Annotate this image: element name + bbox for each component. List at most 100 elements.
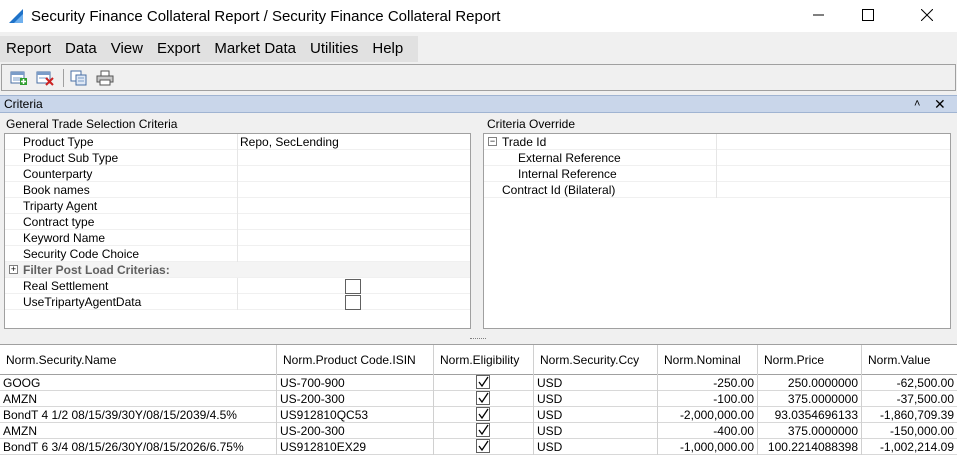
column-header-nominal[interactable]: Norm.Nominal — [658, 345, 758, 375]
general-criteria-label: General Trade Selection Criteria — [6, 117, 178, 131]
cell-ccy: USD — [534, 439, 658, 455]
new-report-button[interactable] — [9, 68, 29, 88]
toolbar — [1, 64, 956, 91]
criteria-label: Triparty Agent — [23, 199, 98, 213]
window-title: Security Finance Collateral Report / Sec… — [31, 7, 501, 25]
cell-ccy: USD — [534, 391, 658, 407]
criteria-panel-header: Criteria ˄ ✕ — [0, 95, 957, 113]
trade-id-row[interactable]: − Trade Id — [484, 134, 950, 150]
table-row[interactable]: GOOG US-700-900 USD -250.00 250.0000000 … — [0, 375, 957, 391]
menu-export[interactable]: Export — [150, 36, 207, 62]
delete-report-button[interactable] — [35, 68, 55, 88]
close-button[interactable] — [904, 0, 950, 30]
cell-ccy: USD — [534, 423, 658, 439]
cell-nominal: -100.00 — [658, 391, 758, 407]
column-header-security-name[interactable]: Norm.Security.Name — [0, 345, 277, 375]
eligibility-checkbox[interactable] — [476, 391, 490, 405]
menu-view[interactable]: View — [104, 36, 150, 62]
new-report-icon — [10, 71, 27, 85]
column-header-ccy[interactable]: Norm.Security.Ccy — [534, 345, 658, 375]
column-header-price[interactable]: Norm.Price — [758, 345, 862, 375]
table-header: Norm.Security.Name Norm.Product Code.ISI… — [0, 345, 957, 375]
criteria-row[interactable]: Counterparty — [5, 166, 470, 182]
criteria-row[interactable]: Product Sub Type — [5, 150, 470, 166]
print-button[interactable] — [95, 68, 115, 88]
use-triparty-checkbox[interactable] — [345, 295, 361, 310]
cell-eligibility — [434, 375, 534, 391]
cell-security-name: BondT 4 1/2 08/15/39/30Y/08/15/2039/4.5% — [0, 407, 277, 423]
internal-reference-row[interactable]: Internal Reference — [484, 166, 950, 182]
close-icon — [921, 9, 933, 21]
cell-price: 375.0000000 — [758, 423, 862, 439]
cell-eligibility — [434, 423, 534, 439]
cell-nominal: -1,000,000.00 — [658, 439, 758, 455]
menu-help[interactable]: Help — [365, 36, 410, 62]
external-reference-label: External Reference — [518, 151, 621, 165]
criteria-title: Criteria — [4, 97, 43, 111]
eligibility-checkbox[interactable] — [476, 423, 490, 437]
column-header-value[interactable]: Norm.Value — [862, 345, 957, 375]
external-reference-row[interactable]: External Reference — [484, 150, 950, 166]
eligibility-checkbox[interactable] — [476, 407, 490, 421]
menu-report[interactable]: Report — [0, 36, 58, 62]
cell-value: -62,500.00 — [896, 376, 954, 390]
real-settlement-checkbox[interactable] — [345, 279, 361, 294]
filter-post-load-group[interactable]: + Filter Post Load Criterias: — [5, 262, 470, 278]
real-settlement-label: Real Settlement — [23, 279, 109, 293]
cell-price: 375.0000000 — [758, 391, 862, 407]
real-settlement-row[interactable]: Real Settlement — [5, 278, 470, 294]
cell-isin: US-200-300 — [277, 391, 434, 407]
contract-id-row[interactable]: Contract Id (Bilateral) — [484, 182, 950, 198]
criteria-row[interactable]: Book names — [5, 182, 470, 198]
cell-nominal: -2,000,000.00 — [658, 407, 758, 423]
cell-security-name: BondT 6 3/4 08/15/26/30Y/08/15/2026/6.75… — [0, 439, 277, 455]
cell-nominal: -400.00 — [658, 423, 758, 439]
eligibility-checkbox[interactable] — [476, 375, 490, 389]
criteria-label: Keyword Name — [23, 231, 106, 245]
maximize-icon — [862, 9, 874, 21]
copy-button[interactable] — [69, 68, 89, 88]
criteria-close-icon[interactable]: ✕ — [934, 96, 946, 113]
cell-price: 100.2214088398 — [758, 439, 862, 455]
cell-value: -150,000.00 — [889, 424, 954, 438]
criteria-label: Security Code Choice — [23, 247, 140, 261]
criteria-row[interactable]: Triparty Agent — [5, 198, 470, 214]
menu-utilities[interactable]: Utilities — [303, 36, 365, 62]
splitter-grip — [470, 338, 486, 340]
cell-value: -1,002,214.09 — [879, 440, 954, 454]
criteria-override-grid: − Trade Id External Reference Internal R… — [483, 133, 951, 329]
criteria-row[interactable]: Contract type — [5, 214, 470, 230]
column-header-isin[interactable]: Norm.Product Code.ISIN — [277, 345, 434, 375]
expand-icon[interactable]: + — [9, 265, 18, 274]
title-bar: Security Finance Collateral Report / Sec… — [0, 0, 957, 32]
panel-splitter[interactable] — [0, 335, 957, 343]
criteria-row[interactable]: Keyword Name — [5, 230, 470, 246]
cell-ccy: USD — [534, 407, 658, 423]
eligibility-checkbox[interactable] — [476, 439, 490, 453]
use-triparty-row[interactable]: UseTripartyAgentData — [5, 294, 470, 310]
criteria-label: Product Type — [23, 135, 94, 149]
table-row[interactable]: BondT 6 3/4 08/15/26/30Y/08/15/2026/6.75… — [0, 439, 957, 455]
collapse-icon[interactable]: − — [488, 137, 497, 146]
criteria-value: Repo, SecLending — [240, 135, 339, 149]
minimize-button[interactable] — [796, 0, 842, 30]
menu-data[interactable]: Data — [58, 36, 104, 62]
table-row[interactable]: BondT 4 1/2 08/15/39/30Y/08/15/2039/4.5%… — [0, 407, 957, 423]
cell-eligibility — [434, 407, 534, 423]
cell-eligibility — [434, 439, 534, 455]
filter-group-label: Filter Post Load Criterias: — [23, 263, 170, 277]
check-icon — [478, 392, 489, 404]
pin-icon[interactable]: ˄ — [914, 98, 920, 110]
cell-eligibility — [434, 391, 534, 407]
check-icon — [478, 424, 489, 436]
criteria-row[interactable]: Product Type Repo, SecLending — [5, 134, 470, 150]
table-row[interactable]: AMZN US-200-300 USD -400.00 375.0000000 … — [0, 423, 957, 439]
cell-isin: US912810QC53 — [277, 407, 434, 423]
menu-market-data[interactable]: Market Data — [207, 36, 303, 62]
criteria-label: Contract type — [23, 215, 95, 229]
contract-id-label: Contract Id (Bilateral) — [502, 183, 616, 197]
column-header-eligibility[interactable]: Norm.Eligibility — [434, 345, 534, 375]
table-row[interactable]: AMZN US-200-300 USD -100.00 375.0000000 … — [0, 391, 957, 407]
maximize-button[interactable] — [845, 0, 891, 30]
criteria-row[interactable]: Security Code Choice — [5, 246, 470, 262]
